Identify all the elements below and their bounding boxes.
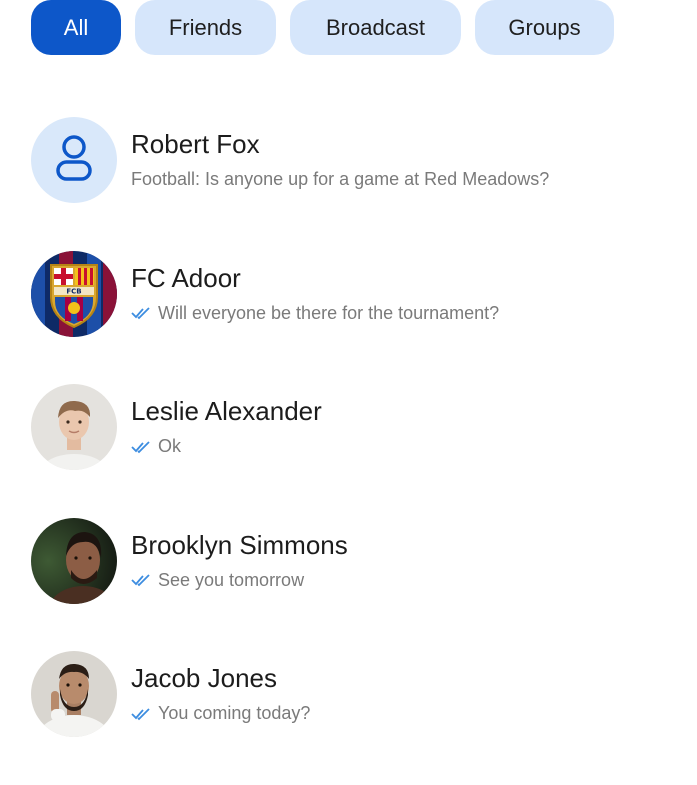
contact-name: Robert Fox xyxy=(131,129,260,159)
avatar xyxy=(31,384,117,470)
message-text: You coming today? xyxy=(158,703,311,723)
filter-friends-button[interactable]: Friends xyxy=(135,0,276,55)
double-check-icon xyxy=(131,440,150,453)
message-text: Will everyone be there for the tournamen… xyxy=(158,302,500,323)
filter-tabs: All Friends Broadcast Groups xyxy=(31,0,614,55)
last-message: Ok xyxy=(131,436,181,457)
avatar xyxy=(31,651,117,737)
club-crest-icon: FCB xyxy=(31,250,117,337)
chat-list: Robert Fox Football: Is anyone up for a … xyxy=(31,117,697,785)
avatar-placeholder xyxy=(31,117,117,203)
filter-groups-button[interactable]: Groups xyxy=(475,0,614,55)
double-check-icon xyxy=(131,574,150,587)
avatar xyxy=(31,517,117,604)
chat-row-jacob-jones[interactable]: Jacob Jones You coming today? xyxy=(31,651,697,785)
double-check-icon xyxy=(131,707,150,720)
chat-row-leslie-alexander[interactable]: Leslie Alexander Ok xyxy=(31,384,697,518)
chat-row-brooklyn-simmons[interactable]: Brooklyn Simmons See you tomorrow xyxy=(31,517,697,652)
chat-row-robert-fox[interactable]: Robert Fox Football: Is anyone up for a … xyxy=(31,117,697,251)
svg-text:FCB: FCB xyxy=(66,287,81,295)
profile-photo xyxy=(31,651,117,737)
profile-photo xyxy=(31,517,117,604)
chat-row-fc-adoor[interactable]: FCB FC Adoor Will everyone be there for … xyxy=(31,250,697,385)
contact-name: Brooklyn Simmons xyxy=(131,529,348,560)
double-check-icon xyxy=(131,307,150,320)
avatar: FCB xyxy=(31,250,117,337)
contact-name: Jacob Jones xyxy=(131,663,277,693)
person-icon xyxy=(56,135,92,181)
profile-photo xyxy=(31,384,117,470)
contact-name: FC Adoor xyxy=(131,262,241,293)
filter-broadcast-button[interactable]: Broadcast xyxy=(290,0,461,55)
message-text: Football: Is anyone up for a game at Red… xyxy=(131,169,550,189)
last-message: See you tomorrow xyxy=(131,570,304,591)
last-message: Will everyone be there for the tournamen… xyxy=(131,303,499,324)
message-text: See you tomorrow xyxy=(158,569,305,590)
filter-all-button[interactable]: All xyxy=(31,0,121,55)
last-message: Football: Is anyone up for a game at Red… xyxy=(131,169,549,190)
contact-name: Leslie Alexander xyxy=(131,396,322,426)
last-message: You coming today? xyxy=(131,703,310,724)
message-text: Ok xyxy=(158,436,182,456)
